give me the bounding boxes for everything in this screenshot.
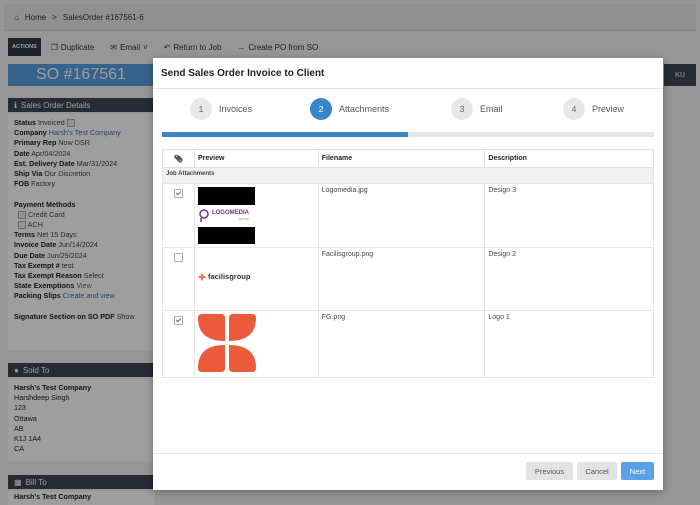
preview-logomedia: LOGOMEDIA group: [193, 183, 319, 248]
facilis-flower-icon: [197, 272, 206, 281]
next-button[interactable]: Next: [621, 462, 654, 480]
col-preview: Preview: [193, 149, 319, 168]
step-progress-fill: [162, 132, 408, 137]
description-cell: Design 3: [484, 183, 654, 248]
description-cell: Design 2: [484, 247, 654, 311]
attachments-table: 📎︎ Preview Filename Description Job Atta…: [162, 149, 654, 378]
filename-cell: FG.png: [317, 310, 486, 378]
paperclip-icon: 📎︎: [162, 149, 195, 168]
step-invoices[interactable]: 1 Invoices: [190, 98, 252, 120]
attachment-checkbox-3[interactable]: [174, 316, 183, 325]
modal-title: Send Sales Order Invoice to Client: [161, 68, 325, 79]
facilisgroup-logo: facilisgroup: [197, 272, 315, 281]
description-cell: Logo 1: [484, 310, 654, 378]
col-filename: Filename: [317, 149, 486, 168]
step-email[interactable]: 3 Email: [451, 98, 503, 120]
group-row-job-attachments: Job Attachments: [162, 167, 654, 184]
preview-fg: [193, 310, 319, 378]
preview-facilisgroup: facilisgroup: [193, 247, 319, 311]
attachment-checkbox-1[interactable]: [174, 189, 183, 198]
step-progress-bar: [162, 132, 654, 137]
cancel-button[interactable]: Cancel: [577, 462, 617, 480]
logomedia-logo: LOGOMEDIA group: [198, 206, 255, 226]
col-description: Description: [484, 149, 654, 168]
send-invoice-modal: Send Sales Order Invoice to Client 1 Invo…: [153, 58, 663, 490]
table-row: FG.png Logo 1: [162, 310, 654, 378]
fg-flower-logo-icon: [197, 314, 256, 372]
filename-cell: Logomedia.jpg: [317, 183, 486, 248]
step-attachments[interactable]: 2 Attachments: [310, 98, 389, 120]
step-preview[interactable]: 4 Preview: [563, 98, 624, 120]
attachment-checkbox-2[interactable]: [174, 253, 183, 262]
table-row: LOGOMEDIA group Logomedia.jpg Design 3: [162, 183, 654, 248]
table-row: facilisgroup Facilisgroup.png Design 2: [162, 247, 654, 311]
filename-cell: Facilisgroup.png: [317, 247, 486, 311]
logomedia-mark-icon: [199, 209, 209, 222]
previous-button[interactable]: Previous: [526, 462, 573, 480]
